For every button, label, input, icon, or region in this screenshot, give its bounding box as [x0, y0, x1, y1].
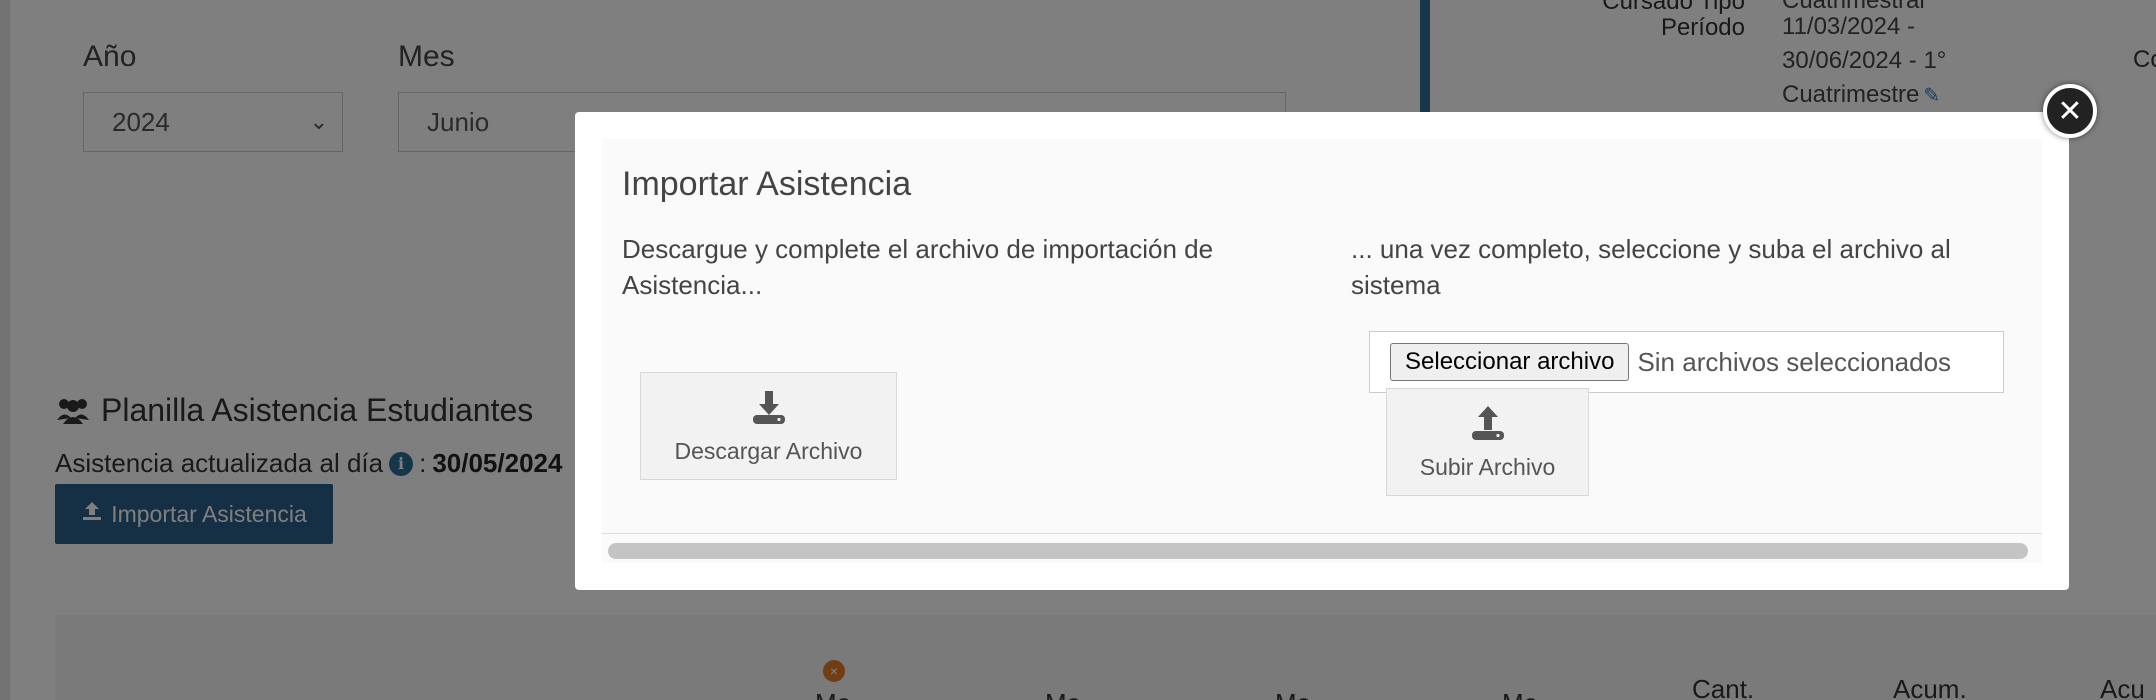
upload-file-button[interactable]: Subir Archivo: [1386, 388, 1589, 496]
download-instructions: Descargue y complete el archivo de impor…: [622, 234, 1214, 300]
close-symbol: ✕: [2057, 94, 2083, 128]
upload-icon: [1469, 404, 1507, 448]
select-file-button[interactable]: Seleccionar archivo: [1390, 343, 1630, 381]
upload-file-button-label: Subir Archivo: [1419, 453, 1556, 480]
file-input[interactable]: Seleccionar archivo Sin archivos selecci…: [1369, 331, 2004, 393]
download-file-button[interactable]: Descargar Archivo: [640, 372, 897, 480]
download-file-button-label: Descargar Archivo: [674, 437, 863, 464]
modal-title: Importar Asistencia: [622, 165, 912, 203]
modal-divider: [602, 533, 2042, 534]
download-icon: [750, 388, 788, 432]
file-status-text: Sin archivos seleccionados: [1637, 346, 1952, 377]
modal-body: Importar Asistencia Descargue y complete…: [602, 139, 2042, 563]
import-modal: Importar Asistencia Descargue y complete…: [575, 112, 2069, 590]
close-icon[interactable]: ✕: [2043, 84, 2097, 138]
upload-instructions: ... una vez completo, seleccione y suba …: [1351, 234, 1951, 300]
horizontal-scrollbar[interactable]: [608, 543, 2028, 559]
